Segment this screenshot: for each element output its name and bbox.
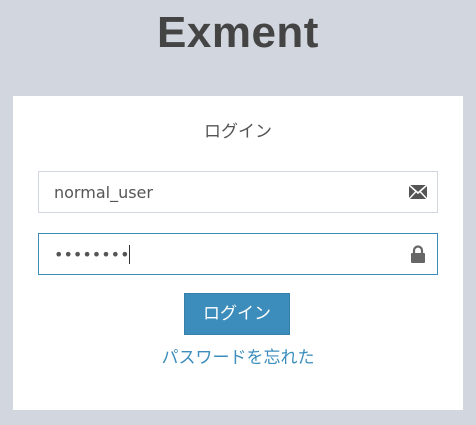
- password-field[interactable]: [38, 233, 438, 275]
- login-button[interactable]: ログイン: [184, 293, 290, 335]
- forgot-password-link[interactable]: パスワードを忘れた: [13, 346, 463, 370]
- username-field[interactable]: [38, 171, 438, 213]
- lock-icon: [408, 245, 428, 263]
- username-input[interactable]: [39, 172, 394, 212]
- login-box: ログイン ログイン パスワードを忘れた: [13, 96, 463, 410]
- envelope-icon: [408, 183, 428, 201]
- app-logo: Exment: [157, 8, 319, 57]
- password-input[interactable]: [39, 234, 394, 274]
- login-title: ログイン: [204, 122, 272, 142]
- text-cursor: [129, 245, 130, 264]
